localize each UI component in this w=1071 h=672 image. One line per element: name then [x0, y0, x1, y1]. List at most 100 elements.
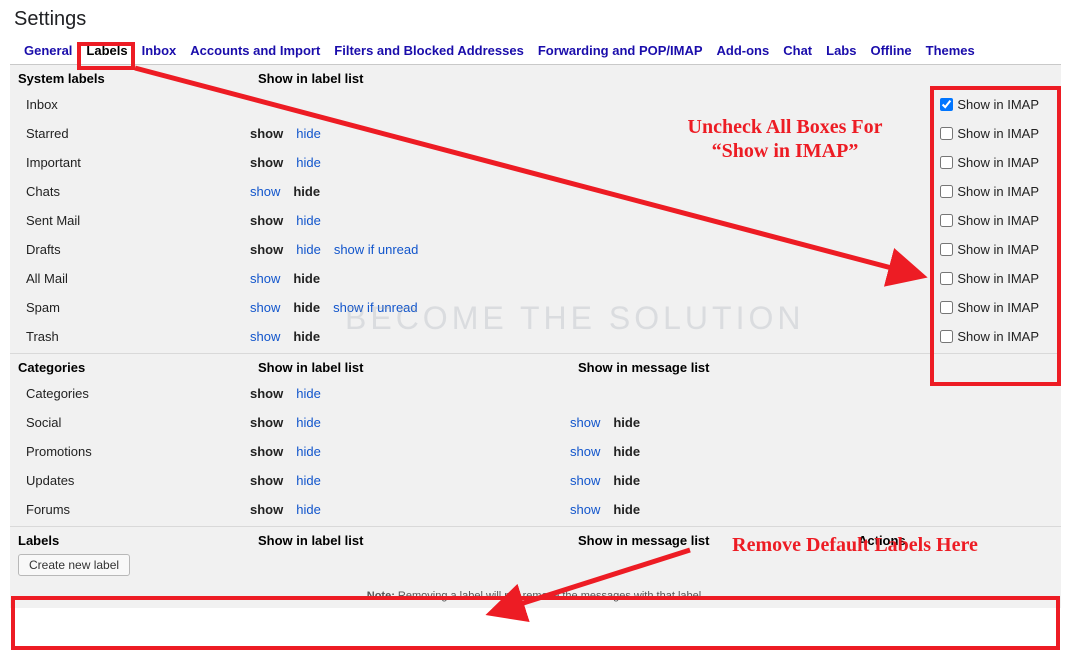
option-show[interactable]: show	[570, 415, 600, 430]
option-show[interactable]: show	[570, 473, 600, 488]
option-hide[interactable]: hide	[296, 502, 321, 517]
show-in-imap-label: Show in IMAP	[957, 329, 1039, 344]
show-in-imap-cell: Show in IMAP	[940, 300, 1039, 315]
show-in-imap-label: Show in IMAP	[957, 97, 1039, 112]
label-name: Important	[18, 155, 250, 170]
label-list-options: show hide	[250, 329, 570, 344]
message-list-options: show hide	[570, 502, 850, 517]
option-show-if-unread[interactable]: show if unread	[334, 242, 419, 257]
option-show: show	[250, 242, 283, 257]
option-show-if-unread[interactable]: show if unread	[333, 300, 418, 315]
option-show: show	[250, 444, 283, 459]
show-in-imap-checkbox[interactable]	[940, 301, 953, 314]
tab-chat[interactable]: Chat	[783, 43, 812, 58]
system-label-row: All Mailshow hideShow in IMAP	[10, 264, 1061, 293]
col-header-show-label-list-2: Show in label list	[258, 360, 578, 375]
page-title: Settings	[0, 0, 1071, 37]
label-name: Inbox	[18, 97, 250, 112]
show-in-imap-checkbox[interactable]	[940, 185, 953, 198]
category-name: Social	[18, 415, 250, 430]
option-show: show	[250, 502, 283, 517]
option-show[interactable]: show	[250, 300, 280, 315]
system-label-row: Sent Mailshow hideShow in IMAP	[10, 206, 1061, 235]
tab-forwarding-and-pop-imap[interactable]: Forwarding and POP/IMAP	[538, 43, 703, 58]
option-hide[interactable]: hide	[296, 126, 321, 141]
create-new-label-button[interactable]: Create new label	[18, 554, 130, 576]
labels-settings-content: System labels Show in label list Inbox Sh…	[10, 65, 1061, 608]
option-show: show	[250, 155, 283, 170]
category-name: Updates	[18, 473, 250, 488]
section-header-labels: Labels Show in label list Show in messag…	[10, 527, 1061, 548]
label-name: Chats	[18, 184, 250, 199]
category-row: Forumsshow hideshow hide	[10, 495, 1061, 524]
option-hide[interactable]: hide	[296, 415, 321, 430]
option-show[interactable]: show	[570, 444, 600, 459]
option-hide[interactable]: hide	[296, 213, 321, 228]
option-hide[interactable]: hide	[296, 386, 321, 401]
tab-add-ons[interactable]: Add-ons	[717, 43, 770, 58]
section-header-system-labels: System labels Show in label list	[10, 65, 1061, 90]
footer-note: Note: Removing a label will not remove t…	[10, 586, 1061, 608]
col-header-show-label-list: Show in label list	[258, 71, 578, 86]
label-list-options: show hide show if unread	[250, 300, 570, 315]
show-in-imap-checkbox[interactable]	[940, 272, 953, 285]
tab-general[interactable]: General	[24, 43, 72, 58]
option-hide[interactable]: hide	[296, 444, 321, 459]
system-label-row: Inbox Show in IMAP	[10, 90, 1061, 119]
show-in-imap-checkbox[interactable]	[940, 156, 953, 169]
tab-filters-and-blocked-addresses[interactable]: Filters and Blocked Addresses	[334, 43, 524, 58]
option-show: show	[250, 473, 283, 488]
show-in-imap-label: Show in IMAP	[957, 271, 1039, 286]
label-list-options: show hide	[250, 213, 570, 228]
col-header-categories: Categories	[18, 360, 258, 375]
label-name: Starred	[18, 126, 250, 141]
section-header-categories: Categories Show in label list Show in me…	[10, 354, 1061, 379]
label-list-options: show hide	[250, 473, 570, 488]
option-hide[interactable]: hide	[296, 242, 321, 257]
show-in-imap-checkbox[interactable]	[940, 214, 953, 227]
tab-labels[interactable]: Labels	[86, 43, 127, 58]
show-in-imap-checkbox[interactable]	[940, 243, 953, 256]
show-in-imap-checkbox[interactable]	[940, 98, 953, 111]
option-hide: hide	[293, 300, 320, 315]
option-show[interactable]: show	[250, 271, 280, 286]
show-in-imap-label: Show in IMAP	[957, 126, 1039, 141]
category-row: Socialshow hideshow hide	[10, 408, 1061, 437]
label-name: Sent Mail	[18, 213, 250, 228]
label-name: All Mail	[18, 271, 250, 286]
message-list-options: show hide	[570, 444, 850, 459]
tab-inbox[interactable]: Inbox	[142, 43, 177, 58]
option-show: show	[250, 415, 283, 430]
option-show[interactable]: show	[250, 329, 280, 344]
label-list-options: show hide	[250, 155, 570, 170]
option-hide: hide	[293, 329, 320, 344]
show-in-imap-label: Show in IMAP	[957, 242, 1039, 257]
tab-offline[interactable]: Offline	[870, 43, 911, 58]
system-label-row: Draftsshow hide show if unreadShow in IM…	[10, 235, 1061, 264]
show-in-imap-label: Show in IMAP	[957, 155, 1039, 170]
show-in-imap-cell: Show in IMAP	[940, 97, 1039, 112]
system-label-row: Spamshow hide show if unreadShow in IMAP	[10, 293, 1061, 322]
tab-accounts-and-import[interactable]: Accounts and Import	[190, 43, 320, 58]
option-show: show	[250, 386, 283, 401]
tab-labs[interactable]: Labs	[826, 43, 856, 58]
show-in-imap-checkbox[interactable]	[940, 330, 953, 343]
settings-tabs: General Labels Inbox Accounts and Import Fil…	[10, 37, 1061, 65]
option-hide: hide	[613, 444, 640, 459]
show-in-imap-checkbox[interactable]	[940, 127, 953, 140]
show-in-imap-cell: Show in IMAP	[940, 184, 1039, 199]
tab-themes[interactable]: Themes	[926, 43, 975, 58]
col-header-labels: Labels	[18, 533, 258, 548]
system-label-row: Importantshow hide Show in IMAP	[10, 148, 1061, 177]
col-header-show-label-list-3: Show in label list	[258, 533, 578, 548]
message-list-options: show hide	[570, 473, 850, 488]
option-show[interactable]: show	[250, 184, 280, 199]
category-row: Promotionsshow hideshow hide	[10, 437, 1061, 466]
option-hide[interactable]: hide	[296, 473, 321, 488]
note-prefix: Note:	[367, 590, 395, 602]
label-list-options: show hide	[250, 126, 570, 141]
col-header-system-labels: System labels	[18, 71, 258, 86]
option-hide[interactable]: hide	[296, 155, 321, 170]
option-show[interactable]: show	[570, 502, 600, 517]
col-header-show-message-list: Show in message list	[578, 360, 858, 375]
